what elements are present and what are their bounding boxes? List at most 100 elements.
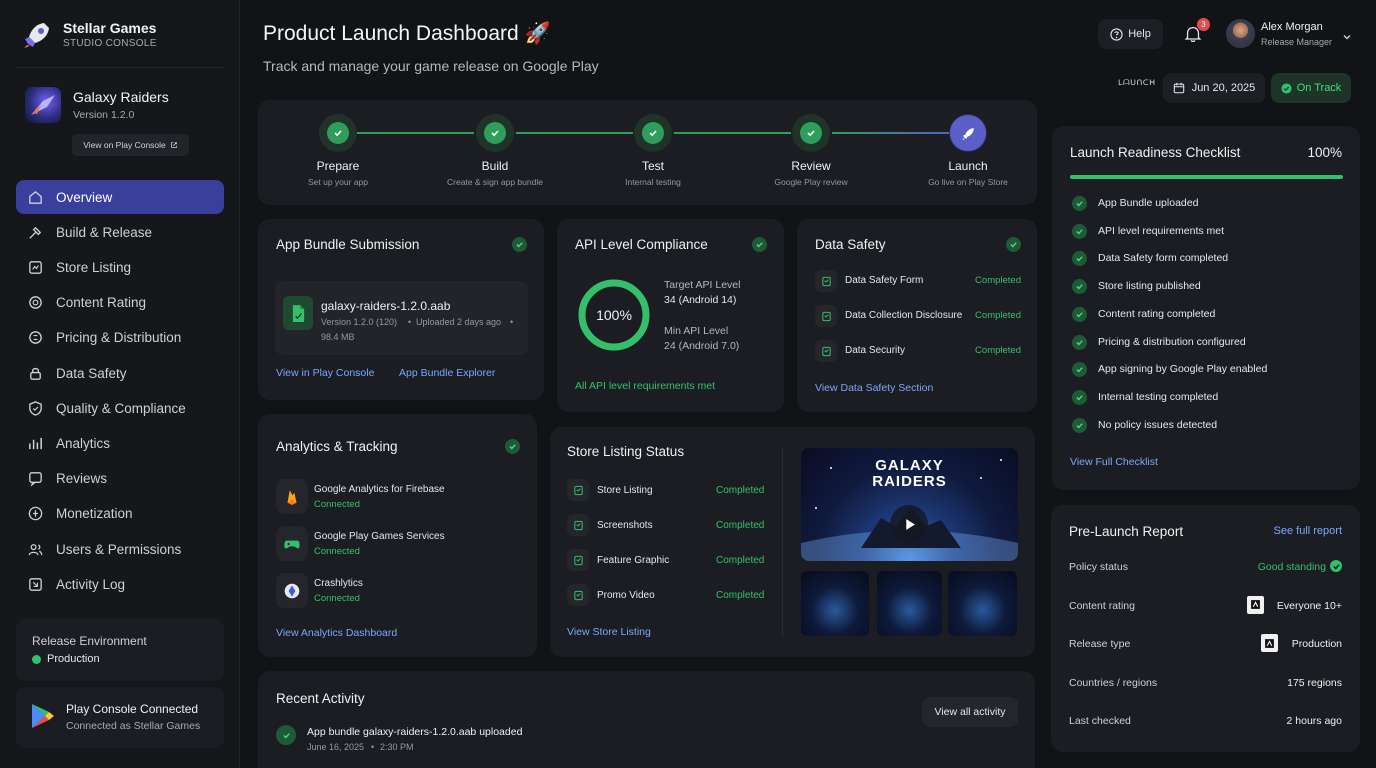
checklist-item: App signing by Google Play enabled (1098, 363, 1268, 376)
check-circle-icon (1281, 82, 1292, 94)
bundle-separator: • (408, 317, 412, 327)
brand-logo (22, 20, 52, 50)
store-listing-card: Store Listing Status Store Listing Comple… (550, 427, 1035, 657)
sidebar-item-content-rating[interactable]: Content Rating (16, 286, 224, 320)
prelaunch-row-label: Policy status (1069, 561, 1128, 573)
sidebar-item-label: Store Listing (56, 259, 132, 275)
target-api-value: 34 (Android 14) (664, 294, 737, 306)
sidebar-item-label: Reviews (56, 471, 108, 487)
analytics-item-name: Google Analytics for Firebase (314, 484, 445, 495)
check-icon (642, 122, 664, 144)
launch-logo-text: ᒪᗩᑌᑎᑕᕼ (1118, 78, 1156, 87)
page-title: Product Launch Dashboard 🚀 (263, 22, 551, 45)
file-icon (283, 296, 313, 330)
step-connector (674, 132, 791, 134)
production-icon (1261, 634, 1278, 652)
store-row-label: Store Listing (597, 485, 653, 496)
brand-sub: STUDIO CONSOLE (63, 38, 157, 49)
sidebar-item-build-release[interactable]: Build & Release (16, 215, 224, 249)
release-environment-card: Release Environment Production (16, 619, 224, 681)
screenshot-thumbnail[interactable] (948, 571, 1017, 636)
play-icon[interactable] (890, 505, 928, 543)
step-build-marker[interactable] (476, 114, 514, 152)
view-analytics-dashboard-link[interactable]: View Analytics Dashboard (276, 627, 397, 639)
prelaunch-row-label: Release type (1069, 638, 1131, 650)
sidebar-item-monetization[interactable]: Monetization (16, 497, 224, 531)
notifications-button[interactable]: 3 (1183, 18, 1210, 46)
store-icon (26, 258, 44, 276)
divider (782, 447, 783, 637)
chevron-down-icon[interactable] (1342, 29, 1352, 47)
analytics-card: Analytics & Tracking Google Analytics fo… (258, 414, 537, 657)
check-icon (327, 122, 349, 144)
date-button[interactable]: Jun 20, 2025 (1163, 73, 1265, 103)
min-api-label: Min API Level (664, 325, 729, 337)
avatar[interactable] (1226, 19, 1255, 48)
play-console-connected-card: Play Console Connected Connected as Stel… (16, 687, 224, 748)
check-icon (1072, 306, 1087, 322)
step-label: Launch (948, 159, 988, 173)
screenshot-thumbnail[interactable] (801, 571, 869, 636)
step-prepare-marker[interactable] (319, 114, 357, 152)
app-bundle-title: App Bundle Submission (276, 237, 420, 252)
user-name: Alex Morgan (1261, 21, 1323, 33)
disclosure-icon (815, 305, 837, 327)
sidebar-item-reviews[interactable]: Reviews (16, 462, 224, 496)
launch-stepper: Prepare Set up your app Build Create & sign… (258, 100, 1037, 205)
status-badge: On Track (1271, 73, 1351, 103)
view-on-play-console-button[interactable]: View on Play Console (72, 134, 189, 156)
help-button[interactable]: Help (1098, 19, 1163, 49)
status-dot-icon (32, 655, 41, 664)
view-on-play-console-label: View on Play Console (83, 140, 166, 150)
sidebar-item-overview[interactable]: Overview (16, 180, 224, 214)
promo-video-player[interactable]: GALAXY RAIDERS (801, 448, 1018, 561)
step-review-marker[interactable] (792, 114, 830, 152)
sidebar-item-quality-compliance[interactable]: Quality & Compliance (16, 391, 224, 425)
sidebar-item-activity-log[interactable]: Activity Log (16, 567, 224, 601)
step-test-marker[interactable] (634, 114, 672, 152)
feature-graphic-icon (567, 549, 589, 571)
store-row-label: Screenshots (597, 520, 653, 531)
review-icon (26, 470, 44, 488)
screenshot-thumbnail[interactable] (877, 571, 942, 636)
view-all-activity-button[interactable]: View all activity (922, 697, 1018, 727)
rocket-icon (950, 115, 986, 151)
check-icon (1330, 560, 1342, 572)
view-data-safety-link[interactable]: View Data Safety Section (815, 382, 933, 394)
data-safety-row-label: Data Security (845, 345, 906, 356)
step-sub: Internal testing (625, 177, 681, 187)
checklist-item: Data Safety form completed (1098, 252, 1229, 265)
sidebar-item-pricing-distribution[interactable]: Pricing & Distribution (16, 321, 224, 355)
analytics-item-status: Connected (314, 499, 360, 510)
data-safety-row-status: Completed (975, 275, 1021, 286)
store-listing-title: Store Listing Status (567, 444, 685, 459)
view-store-listing-link[interactable]: View Store Listing (567, 626, 651, 638)
firebase-icon (276, 479, 308, 514)
esrb-rating-icon (1247, 595, 1264, 614)
sidebar-item-label: Content Rating (56, 295, 147, 311)
view-full-checklist-link[interactable]: View Full Checklist (1070, 456, 1158, 468)
app-bundle-explorer-link[interactable]: App Bundle Explorer (399, 367, 495, 379)
bundle-file-box: galaxy-raiders-1.2.0.aab Version 1.2.0 (… (275, 281, 528, 355)
prelaunch-row-value: Everyone 10+ (1276, 599, 1342, 612)
coin-icon (26, 505, 44, 523)
checklist-item: Store listing published (1098, 280, 1201, 293)
store-row-label: Feature Graphic (597, 555, 670, 566)
prelaunch-row-label: Countries / regions (1069, 676, 1158, 689)
sidebar-item-store-listing[interactable]: Store Listing (16, 250, 224, 284)
sidebar-item-label: Users & Permissions (56, 541, 182, 557)
app-icon (25, 87, 61, 123)
check-icon (1072, 362, 1087, 378)
view-in-play-console-link[interactable]: View in Play Console (276, 367, 374, 379)
check-icon (1072, 196, 1087, 211)
store-row-status: Completed (716, 555, 765, 566)
sidebar-item-users-permissions[interactable]: Users & Permissions (16, 532, 224, 566)
see-full-report-link[interactable]: See full report (1274, 525, 1342, 537)
checklist-percent: 100% (1307, 145, 1342, 160)
divider (16, 67, 224, 68)
sidebar-item-analytics[interactable]: Analytics (16, 426, 224, 460)
sidebar-item-data-safety[interactable]: Data Safety (16, 356, 224, 390)
step-launch-marker[interactable] (949, 114, 987, 152)
notification-badge: 3 (1197, 18, 1210, 31)
launch-readiness-card: Launch Readiness Checklist 100% App Bund… (1052, 126, 1360, 490)
